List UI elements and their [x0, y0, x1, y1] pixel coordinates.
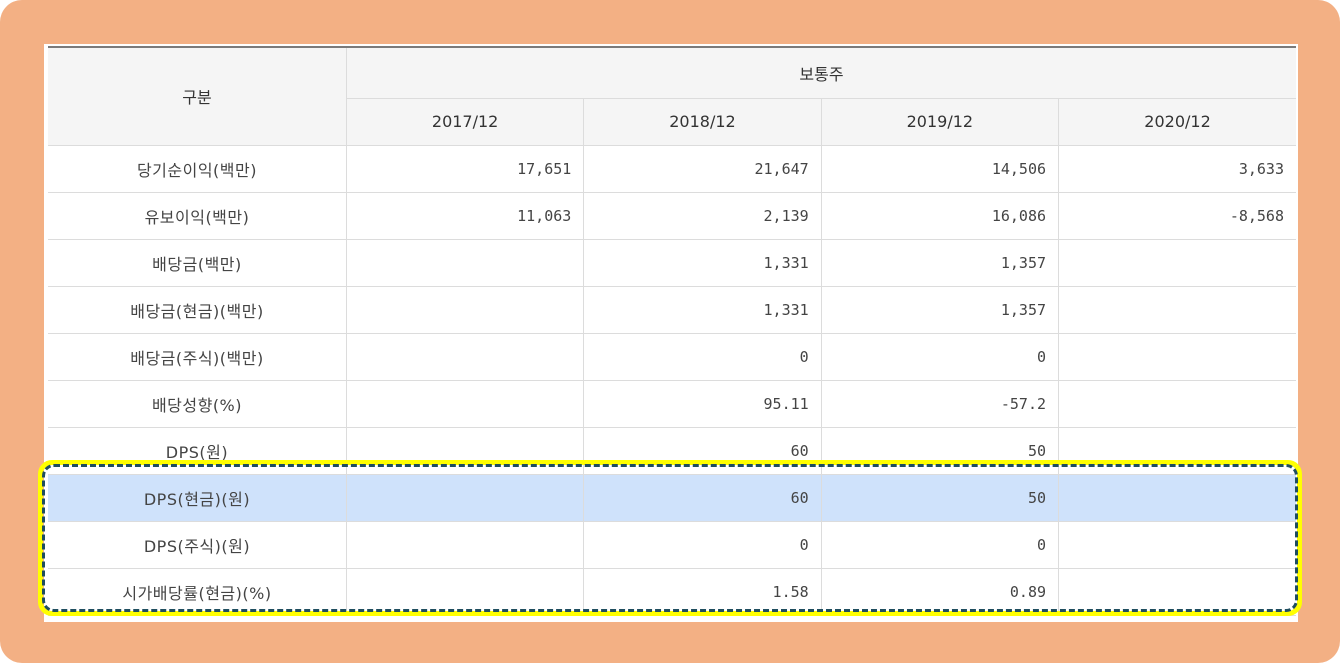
table-cell: 1,357	[821, 286, 1060, 334]
table-cell: 16,086	[821, 192, 1060, 240]
row-label: DPS(원)	[48, 427, 347, 475]
group-header-common-stock: 보통주	[346, 47, 1296, 99]
table-cell	[346, 521, 585, 569]
table-cell: 50	[821, 474, 1060, 522]
row-label: 배당성향(%)	[48, 380, 347, 428]
table-cell	[1058, 474, 1296, 522]
row-label: 시가배당률(현금)(%)	[48, 568, 347, 616]
table-cell: 1,357	[821, 239, 1060, 287]
table-cell: 1,331	[583, 239, 822, 287]
table-cell	[346, 474, 585, 522]
row-label: 당기순이익(백만)	[48, 145, 347, 193]
table-row: 유보이익(백만) 11,063 2,139 16,086 -8,568	[48, 192, 1296, 240]
table-cell	[1058, 286, 1296, 334]
table-cell	[1058, 521, 1296, 569]
table-cell: -57.2	[821, 380, 1060, 428]
table-cell: 0.89	[821, 568, 1060, 616]
table-cell: 0	[821, 333, 1060, 381]
table-cell: 3,633	[1058, 145, 1296, 193]
table-cell: 0	[583, 521, 822, 569]
table-row: 당기순이익(백만) 17,651 21,647 14,506 3,633	[48, 145, 1296, 193]
year-header: 2018/12	[583, 98, 822, 146]
table-cell: 17,651	[346, 145, 585, 193]
table-row: 배당금(주식)(백만) 0 0	[48, 333, 1296, 381]
table-cell	[346, 286, 585, 334]
table-cell	[346, 427, 585, 475]
table-cell: 50	[821, 427, 1060, 475]
table-cell: 0	[583, 333, 822, 381]
table-cell	[1058, 427, 1296, 475]
year-header: 2019/12	[821, 98, 1060, 146]
table-cell	[1058, 239, 1296, 287]
table-cell: 21,647	[583, 145, 822, 193]
dividend-table: 구분 보통주 2017/12 2018/12 2019/12 2020/12 당…	[48, 46, 1296, 616]
row-label: 배당금(백만)	[48, 239, 347, 287]
row-label: 배당금(주식)(백만)	[48, 333, 347, 381]
table-cell: -8,568	[1058, 192, 1296, 240]
table-row: DPS(주식)(원) 0 0	[48, 521, 1296, 569]
table-cell: 14,506	[821, 145, 1060, 193]
table-cell	[1058, 380, 1296, 428]
table-cell	[1058, 333, 1296, 381]
table-row: 배당금(백만) 1,331 1,357	[48, 239, 1296, 287]
table-row: DPS(원) 60 50	[48, 427, 1296, 475]
orange-frame: 구분 보통주 2017/12 2018/12 2019/12 2020/12 당…	[0, 0, 1340, 663]
table-cell	[346, 333, 585, 381]
table-cell	[1058, 568, 1296, 616]
table-cell	[346, 239, 585, 287]
table-cell	[346, 380, 585, 428]
row-label: 배당금(현금)(백만)	[48, 286, 347, 334]
table-cell: 1,331	[583, 286, 822, 334]
year-header: 2020/12	[1058, 98, 1296, 146]
table-cell: 2,139	[583, 192, 822, 240]
category-header: 구분	[48, 47, 347, 146]
row-label: DPS(현금)(원)	[48, 474, 347, 522]
table-cell: 1.58	[583, 568, 822, 616]
dividend-table-panel: 구분 보통주 2017/12 2018/12 2019/12 2020/12 당…	[44, 44, 1298, 622]
table-row: 배당성향(%) 95.11 -57.2	[48, 380, 1296, 428]
row-label: DPS(주식)(원)	[48, 521, 347, 569]
table-cell: 95.11	[583, 380, 822, 428]
table-row: 배당금(현금)(백만) 1,331 1,357	[48, 286, 1296, 334]
table-cell: 11,063	[346, 192, 585, 240]
table-row-highlighted: DPS(현금)(원) 60 50	[48, 474, 1296, 522]
table-cell: 60	[583, 474, 822, 522]
table-cell: 60	[583, 427, 822, 475]
table-cell: 0	[821, 521, 1060, 569]
table-row: 시가배당률(현금)(%) 1.58 0.89	[48, 568, 1296, 616]
table-cell	[346, 568, 585, 616]
year-header: 2017/12	[346, 98, 585, 146]
row-label: 유보이익(백만)	[48, 192, 347, 240]
